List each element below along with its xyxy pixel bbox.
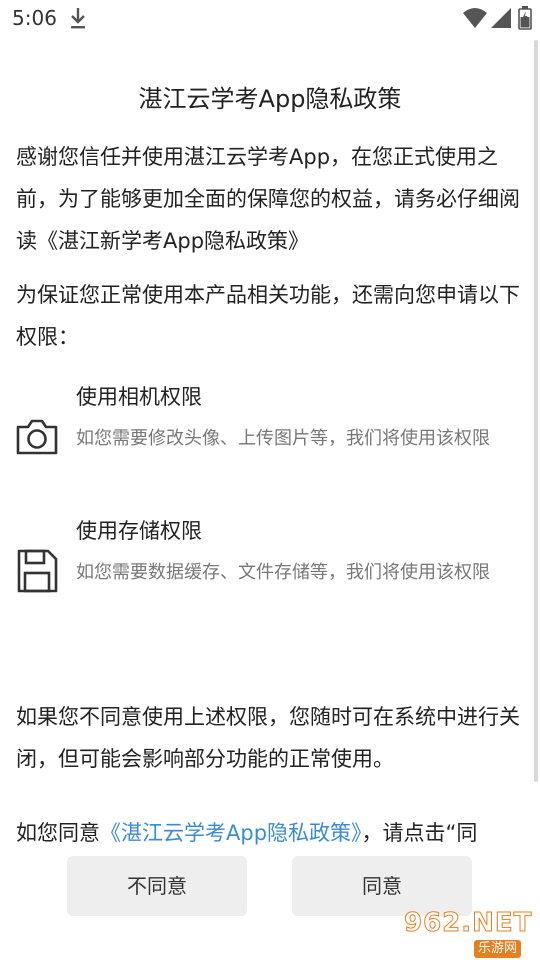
permission-storage-title: 使用存储权限 xyxy=(76,519,202,543)
closing-text: 如果您不同意使用上述权限，您随时可在系统中进行关闭，但可能会影响部分功能的正常使… xyxy=(16,705,520,771)
watermark-logo: 962.NET xyxy=(403,908,533,939)
privacy-dialog-screen: 5:06 湛江云学考App隐私政策 感谢您信任并使用湛江云学考App，在您正式使… xyxy=(0,0,540,960)
agree-prefix: 如您同意 xyxy=(16,821,100,845)
agree-text: 如您同意《湛江云学考App隐私政策》，请点击“同 xyxy=(16,812,526,854)
site-watermark: 962.NET 乐游网 xyxy=(398,906,536,960)
watermark-sub: 乐游网 xyxy=(474,940,522,958)
permission-storage-description: 如您需要数据缓存、文件存储等，我们将使用该权限 xyxy=(76,562,490,583)
agree-suffix: ，请点击“同 xyxy=(361,821,478,845)
intro-text: 感谢您信任并使用湛江云学考App，在您正式使用之前，为了能够更加全面的保障您的权… xyxy=(16,145,520,253)
scrollbar[interactable] xyxy=(534,40,538,782)
status-bar: 5:06 xyxy=(0,0,540,38)
camera-icon xyxy=(16,419,58,455)
privacy-policy-link[interactable]: 《湛江云学考App隐私政策》 xyxy=(100,821,362,845)
permission-camera-description: 如您需要修改头像、上传图片等，我们将使用该权限 xyxy=(76,428,490,449)
signal-icon xyxy=(491,8,511,28)
permission-camera-title: 使用相机权限 xyxy=(76,385,202,409)
download-icon xyxy=(71,8,85,29)
dialog-title: 湛江云学考App隐私政策 xyxy=(138,85,402,113)
battery-icon xyxy=(518,6,532,30)
permission-intro-text: 为保证您正常使用本产品相关功能，还需向您申请以下权限： xyxy=(16,283,520,349)
wifi-icon xyxy=(463,8,487,28)
status-time: 5:06 xyxy=(12,6,57,30)
save-disk-icon xyxy=(17,549,58,593)
disagree-button[interactable]: 不同意 xyxy=(67,856,247,916)
